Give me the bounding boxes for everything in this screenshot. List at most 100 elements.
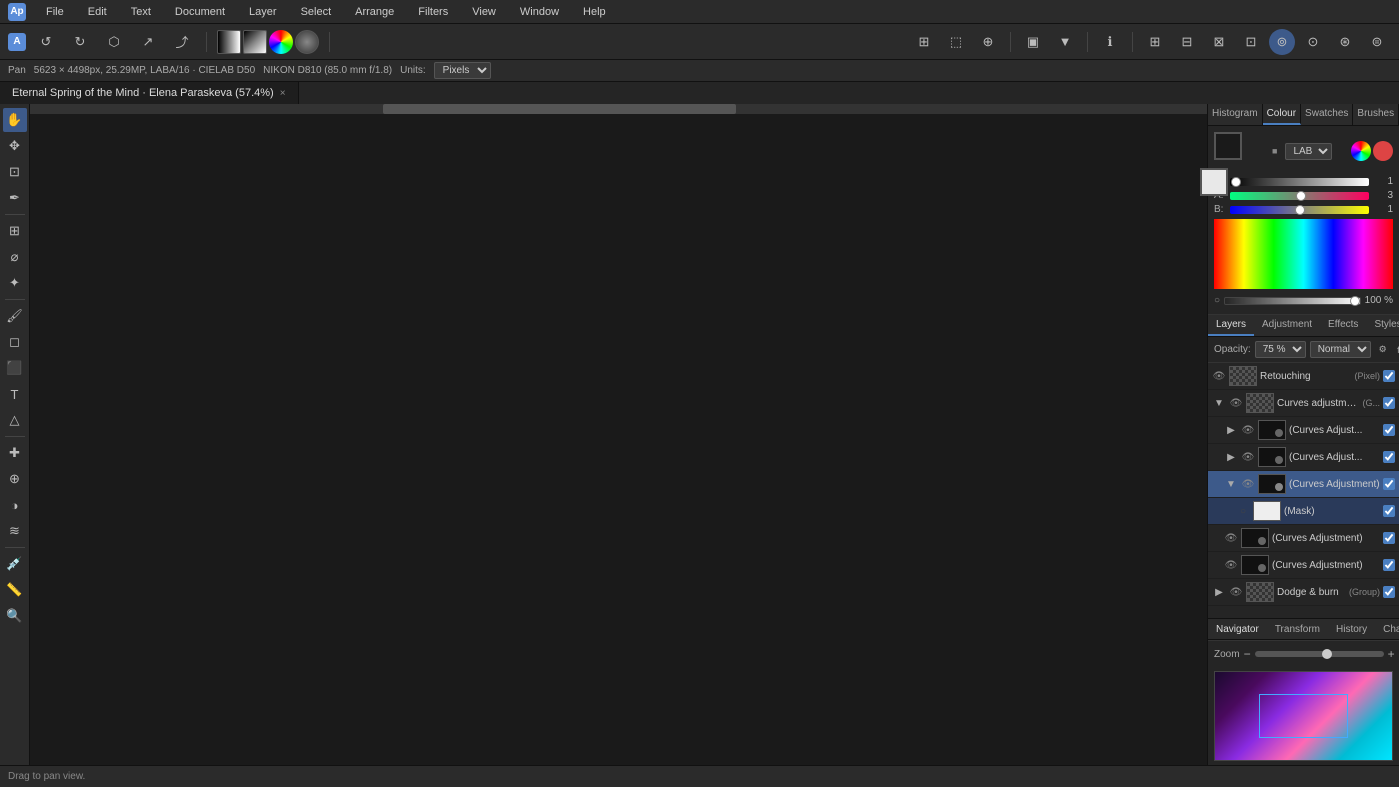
layer-visibility[interactable]: 👁	[1224, 531, 1238, 545]
select-btn[interactable]: ⬚	[942, 30, 970, 54]
nav-tab-transform[interactable]: Transform	[1267, 620, 1328, 639]
measure-tool[interactable]: 📏	[3, 578, 27, 602]
snap-btn[interactable]: ⊕	[974, 30, 1002, 54]
tone-btn-2[interactable]	[243, 30, 267, 54]
layer-item[interactable]: ▶ 👁 (Curves Adjust...	[1208, 417, 1399, 444]
layer-item[interactable]: ▶ 👁 Dodge & burn (Group)	[1208, 579, 1399, 606]
nav-viewport-rect[interactable]	[1259, 694, 1348, 738]
fill-tool[interactable]: ⬛	[3, 356, 27, 380]
color-wheel-mini[interactable]	[1351, 141, 1371, 161]
tab-colour[interactable]: Colour	[1263, 104, 1301, 125]
layer-checkbox[interactable]	[1383, 478, 1395, 490]
layer-item[interactable]: 👁 (Curves Adjustment)	[1208, 552, 1399, 579]
heal-tool[interactable]: ✚	[3, 441, 27, 465]
menu-filters[interactable]: Filters	[414, 4, 452, 20]
units-select[interactable]: Pixels	[434, 62, 491, 79]
layers-blend-select[interactable]: Normal	[1310, 341, 1371, 358]
dodge-tool[interactable]: ◑	[3, 493, 27, 517]
layer-item[interactable]: ▼ 👁 (Curves Adjustment)	[1208, 471, 1399, 498]
layer-checkbox[interactable]	[1383, 586, 1395, 598]
persona-btn-d[interactable]: ⊜	[1363, 30, 1391, 54]
text-tool[interactable]: T	[3, 382, 27, 406]
menu-layer[interactable]: Layer	[245, 4, 281, 20]
eyedropper-tool[interactable]: 💉	[3, 552, 27, 576]
tab-histogram[interactable]: Histogram	[1208, 104, 1263, 125]
horizontal-scrollbar[interactable]	[30, 104, 1207, 114]
eraser-tool[interactable]: ◻	[3, 330, 27, 354]
menu-select[interactable]: Select	[297, 4, 336, 20]
layer-item[interactable]: ▼ 👁 Curves adjustments (G...	[1208, 390, 1399, 417]
menu-window[interactable]: Window	[516, 4, 563, 20]
layer-item[interactable]: 👁 Retouching (Pixel)	[1208, 363, 1399, 390]
layer-checkbox[interactable]	[1383, 559, 1395, 571]
paint-brush-tool[interactable]: 🖌	[3, 304, 27, 328]
tab-brushes[interactable]: Brushes	[1353, 104, 1399, 125]
zoom-tool[interactable]: 🔍	[3, 604, 27, 628]
layer-expand-btn[interactable]: ▶	[1224, 450, 1238, 464]
layer-item[interactable]: ▶ 👁 (Curves Adjust...	[1208, 444, 1399, 471]
a-slider[interactable]	[1230, 192, 1369, 200]
tone-btn[interactable]	[217, 30, 241, 54]
menu-arrange[interactable]: Arrange	[351, 4, 398, 20]
foreground-color[interactable]	[1214, 132, 1242, 160]
layer-visibility[interactable]: 👁	[1229, 585, 1243, 599]
crop-tool[interactable]: ⊡	[3, 160, 27, 184]
zoom-in-btn[interactable]: +	[1388, 647, 1395, 661]
layer-checkbox[interactable]	[1383, 424, 1395, 436]
layer-visibility[interactable]: 👁	[1241, 450, 1255, 464]
color-mode-select[interactable]: LAB	[1285, 143, 1332, 160]
layer-checkbox[interactable]	[1383, 370, 1395, 382]
nav-tab-navigator[interactable]: Navigator	[1208, 620, 1267, 639]
layer-visibility[interactable]: 👁	[1229, 396, 1243, 410]
layers-tab-effects[interactable]: Effects	[1320, 315, 1366, 336]
tab-close-btn[interactable]: ×	[280, 88, 286, 99]
menu-view[interactable]: View	[468, 4, 500, 20]
layer-checkbox[interactable]	[1383, 505, 1395, 517]
navigator-preview[interactable]	[1214, 671, 1393, 761]
export-button[interactable]: ↗	[134, 30, 162, 54]
layer-checkbox[interactable]	[1383, 397, 1395, 409]
layer-checkbox[interactable]	[1383, 451, 1395, 463]
selection-tool[interactable]: ⊞	[3, 219, 27, 243]
layer-visibility[interactable]: 👁	[1212, 369, 1226, 383]
l-slider[interactable]	[1230, 178, 1369, 186]
frame-btn[interactable]: ▣	[1019, 30, 1047, 54]
layer-btn-b[interactable]: ⊟	[1173, 30, 1201, 54]
blur-tool[interactable]: ≋	[3, 519, 27, 543]
clone-tool[interactable]: ⊕	[3, 467, 27, 491]
circle-btn[interactable]	[295, 30, 319, 54]
tab-swatches[interactable]: Swatches	[1301, 104, 1353, 125]
layer-btn-a[interactable]: ⊞	[1141, 30, 1169, 54]
zoom-slider[interactable]	[1255, 651, 1384, 657]
scrollbar-thumb[interactable]	[383, 104, 736, 114]
pen-tool[interactable]: ✒	[3, 186, 27, 210]
layers-opacity-select[interactable]: 75 %	[1255, 341, 1306, 358]
menu-help[interactable]: Help	[579, 4, 610, 20]
layer-visibility[interactable]: 👁	[1224, 558, 1238, 572]
layer-expand-btn[interactable]: ▶	[1212, 585, 1226, 599]
layer-expand-btn[interactable]: ▼	[1212, 396, 1226, 410]
save-button[interactable]: ⬡	[100, 30, 128, 54]
move-tool[interactable]: ✥	[3, 134, 27, 158]
lasso-tool[interactable]: ⌀	[3, 245, 27, 269]
brush-selection-tool[interactable]: ✦	[3, 271, 27, 295]
shape-tool[interactable]: △	[3, 408, 27, 432]
layer-expand-btn[interactable]: ▶	[1224, 423, 1238, 437]
b-slider[interactable]	[1230, 206, 1369, 214]
persona-btn-b[interactable]: ⊙	[1299, 30, 1327, 54]
background-color[interactable]	[1200, 168, 1228, 196]
grid-btn[interactable]: ⊞	[910, 30, 938, 54]
menu-file[interactable]: File	[42, 4, 68, 20]
info-btn[interactable]: ℹ	[1096, 30, 1124, 54]
redo-button[interactable]: ↻	[66, 30, 94, 54]
menu-document[interactable]: Document	[171, 4, 229, 20]
recent-color[interactable]	[1373, 141, 1393, 161]
color-wheel-btn[interactable]	[269, 30, 293, 54]
layers-tab-styles[interactable]: Styles	[1366, 315, 1399, 336]
layer-checkbox[interactable]	[1383, 532, 1395, 544]
share-button[interactable]: ⤴	[168, 30, 196, 54]
layers-fx-btn[interactable]: fx	[1393, 342, 1399, 358]
zoom-out-btn[interactable]: −	[1244, 647, 1251, 661]
layer-item[interactable]: ○ (Mask)	[1208, 498, 1399, 525]
persona-btn-c[interactable]: ⊛	[1331, 30, 1359, 54]
